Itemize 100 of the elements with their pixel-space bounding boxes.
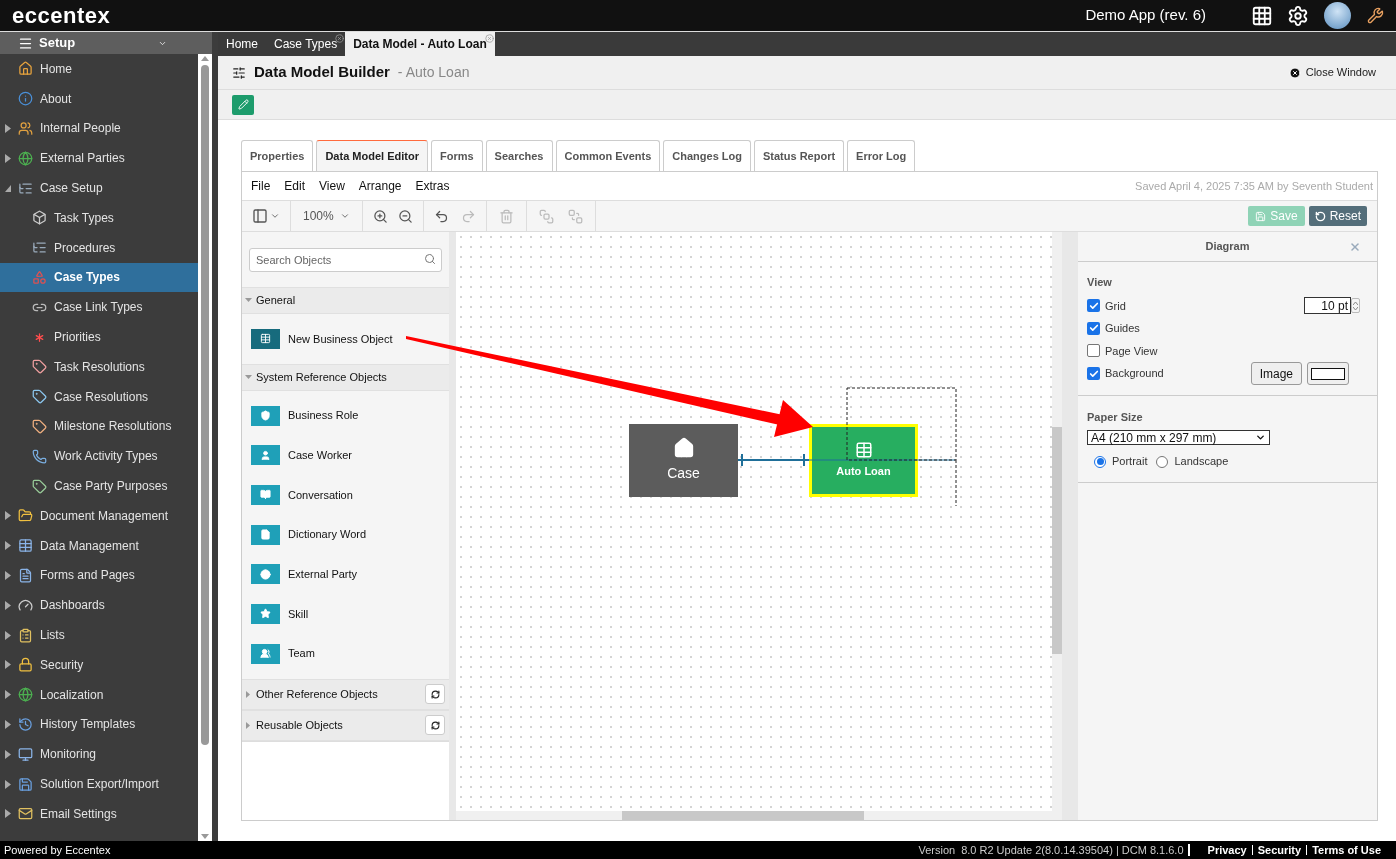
sidebar-item[interactable]: Case Setup [0,173,198,203]
tab[interactable]: Searches [485,140,553,171]
sidebar-item[interactable]: Case Types [0,262,198,293]
menu-item[interactable]: File [251,177,271,195]
expand-icon[interactable] [5,749,11,759]
tab[interactable]: Error Log [847,140,916,171]
checkbox[interactable] [1087,344,1100,358]
sidebar-item[interactable]: Solution Export/Import [0,769,198,799]
sidebar-item[interactable]: External Parties [0,143,198,174]
section-header[interactable]: System Reference Objects [242,363,449,391]
collapse-icon[interactable] [5,183,11,193]
entity-node[interactable]: Case [629,424,738,497]
palette-item[interactable]: Case Worker [251,435,440,476]
radio-button[interactable] [1156,455,1169,468]
sidebar-item[interactable]: Email Settings [0,798,198,829]
footer-link[interactable]: Terms of Use [1312,841,1381,859]
expand-icon[interactable] [5,660,11,670]
checkbox[interactable] [1087,367,1100,381]
expand-icon[interactable] [5,600,11,610]
palette-item[interactable]: Business Role [251,395,440,436]
menu-item[interactable]: Extras [415,177,450,195]
tab[interactable]: Properties [241,140,314,171]
sidebar-item[interactable]: Priorities [0,322,198,352]
zoom-in-icon[interactable] [372,208,388,224]
edit-button[interactable] [232,94,254,115]
palette-item[interactable]: Conversation [251,475,440,515]
scroll-down-icon[interactable] [201,834,209,839]
palette-item[interactable]: Dictionary Word [251,514,440,555]
expand-icon[interactable] [5,124,11,133]
sidebar-item[interactable]: Home [0,54,198,84]
section-header[interactable]: Reusable Objects [242,709,449,741]
footer-link[interactable]: Security [1257,841,1302,859]
expand-icon[interactable] [5,570,11,580]
palette-item[interactable]: External Party [251,554,440,595]
palette-item[interactable]: Skill [251,594,440,634]
settings-icon[interactable] [1287,4,1309,27]
refresh-button[interactable] [425,684,445,704]
sidebar-item[interactable]: Security [0,649,198,680]
scroll-up-icon[interactable] [201,56,209,61]
tab[interactable]: Data Model Editor [316,140,428,171]
sidebar-item[interactable]: Lists [0,620,198,650]
sidebar-item[interactable]: Case Resolutions [0,381,198,412]
sidebar-item[interactable]: Document Management [0,500,198,531]
sidebar-header[interactable]: Setup [0,32,212,54]
expand-icon[interactable] [5,779,11,789]
checkbox[interactable] [1087,299,1100,313]
scrollbar[interactable] [456,811,1062,820]
sidebar-item[interactable]: Task Types [0,203,198,233]
scrollbar[interactable] [1052,232,1062,811]
tab[interactable]: Case Types [266,32,346,56]
grid-size-field[interactable]: 10 pt [1304,297,1351,315]
tab[interactable]: Status Report [753,140,845,171]
radio-button[interactable] [1094,455,1106,468]
color-swatch[interactable] [1307,362,1349,386]
sidebar-item[interactable]: Internal People [0,113,198,144]
sidebar-item[interactable]: Milestone Resolutions [0,411,198,442]
sidebar-item[interactable]: Work Activity Types [0,441,198,472]
undo-icon[interactable] [433,208,449,224]
footer-link[interactable]: Privacy [1207,841,1247,859]
expand-icon[interactable] [5,719,11,729]
expand-icon[interactable] [5,511,11,521]
palette-item[interactable]: New Business Object [251,319,440,359]
zoom-select[interactable]: 100% [291,201,363,231]
image-button[interactable]: Image [1250,362,1302,386]
tab[interactable]: Forms [430,140,483,171]
expand-icon[interactable] [5,153,11,163]
section-header[interactable]: Other Reference Objects [242,678,449,710]
tab[interactable]: Home [218,32,266,56]
wrench-icon[interactable] [1367,7,1384,24]
menu-item[interactable]: View [319,177,345,195]
tab[interactable]: Changes Log [663,140,751,171]
menu-item[interactable]: Arrange [358,177,402,195]
sidebar-item[interactable]: About [0,83,198,114]
tab[interactable]: Common Events [555,140,661,171]
refresh-button[interactable] [425,715,445,735]
tab[interactable]: Data Model - Auto Loan [345,32,495,56]
sidebar-item[interactable]: Task Resolutions [0,351,198,382]
sidebar-item[interactable]: Case Party Purposes [0,471,198,501]
sidebar-item[interactable]: Dashboards [0,590,198,621]
sidebar-item[interactable]: Forms and Pages [0,560,198,591]
section-header[interactable]: General [242,287,449,314]
sidebar-item[interactable]: Data Management [0,530,198,561]
apps-grid-icon[interactable] [1251,4,1273,27]
close-window-button[interactable]: Close Window [1288,64,1376,81]
palette-item[interactable]: Team [251,633,440,674]
expand-icon[interactable] [5,809,11,819]
zoom-out-icon[interactable] [397,208,413,224]
expand-icon[interactable] [5,630,11,640]
reset-button[interactable]: Reset [1308,206,1367,226]
menu-item[interactable]: Edit [284,177,306,195]
sidebar-item[interactable]: Procedures [0,232,198,263]
search-field[interactable]: Search Objects [249,248,442,272]
avatar[interactable] [1324,2,1351,29]
paper-size-select[interactable]: A4 (210 mm x 297 mm) [1087,430,1270,446]
sidebar-item[interactable]: Localization [0,679,198,710]
sidebar-item[interactable]: History Templates [0,709,198,740]
sidebar-item[interactable]: Case Link Types [0,292,198,323]
scrollbar[interactable] [198,54,212,841]
expand-icon[interactable] [5,690,11,700]
checkbox[interactable] [1087,321,1100,335]
